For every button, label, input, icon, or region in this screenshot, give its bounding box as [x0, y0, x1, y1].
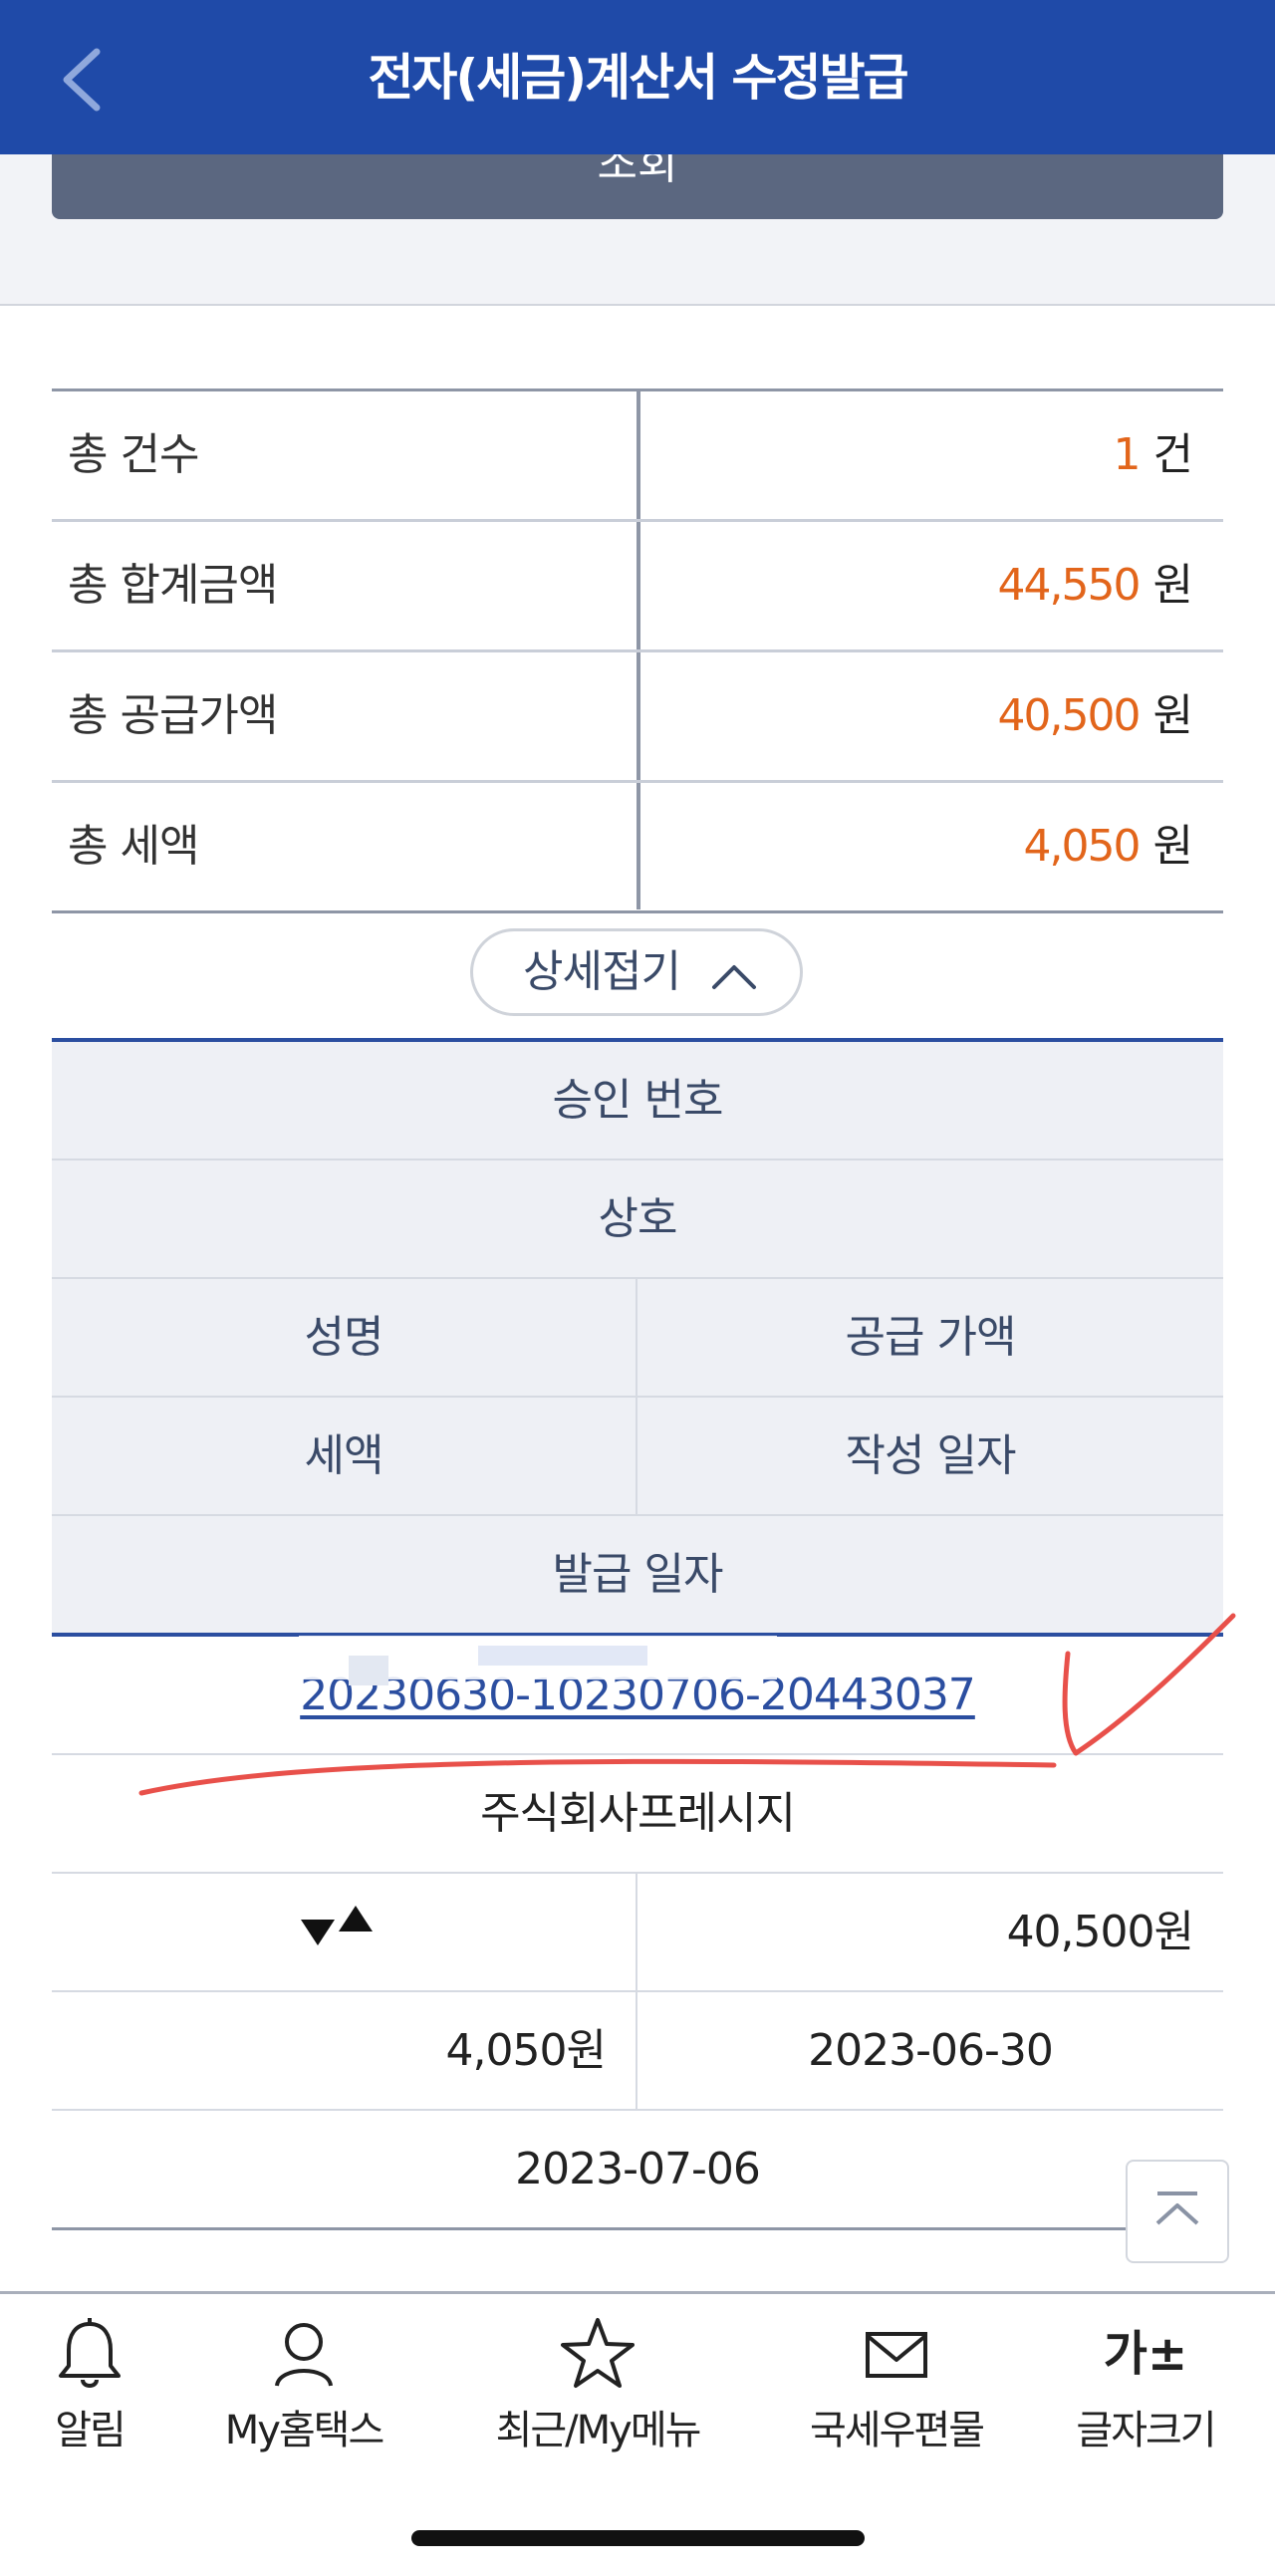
header-row: 발급 일자: [52, 1516, 1223, 1633]
issue-date-cell: 2023-07-06: [515, 2144, 761, 2194]
supply-amount-cell: 40,500원: [1006, 1907, 1194, 1957]
header-issue-date: 발급 일자: [552, 1549, 724, 1600]
summary-row-supply: 총 공급가액 40,500 원: [52, 652, 1223, 783]
summary-number: 40,500: [997, 690, 1142, 741]
detail-table: 승인 번호 상호 성명 공급 가액 세액 작성 일자 발급 일자 2023063…: [52, 1038, 1223, 2230]
approval-number-cell: 20230630-10230706-20443037: [52, 1637, 1223, 1753]
detail-header: 승인 번호 상호 성명 공급 가액 세액 작성 일자 발급 일자: [52, 1038, 1223, 1637]
bell-icon: [59, 2318, 121, 2388]
tax-cell: 4,050원: [52, 1992, 638, 2109]
name-cell: [52, 1874, 638, 1990]
user-icon: [275, 2323, 333, 2387]
summary-number: 1: [1113, 429, 1142, 480]
table-row: 4,050원 2023-06-30: [52, 1992, 1223, 2111]
company-cell: 주식회사프레시지: [480, 1788, 796, 1839]
header-supply-amount: 공급 가액: [845, 1312, 1017, 1363]
summary-unit: 원: [1152, 690, 1193, 741]
collapse-details-button[interactable]: 상세접기: [470, 928, 803, 1016]
nav-my-hometax[interactable]: My홈택스: [214, 2314, 393, 2463]
summary-label: 총 합계금액: [68, 560, 278, 611]
redaction-mark: [301, 1906, 373, 1945]
summary-table: 총 건수 1건 총 합계금액 44,550 원 총 공급가액 40,500 원 총 …: [52, 388, 1223, 913]
table-row: 40,500원: [52, 1874, 1223, 1992]
collapse-label: 상세접기: [523, 946, 681, 997]
header-row: 성명 공급 가액: [52, 1279, 1223, 1398]
home-indicator: [411, 2530, 865, 2546]
write-date-cell: 2023-06-30: [808, 2025, 1054, 2076]
chevron-up-icon: [712, 965, 756, 989]
summary-value: 4,050 원: [1024, 783, 1193, 910]
table-row: 20230630-10230706-20443037: [52, 1637, 1223, 1755]
mail-icon: [866, 2332, 927, 2378]
summary-unit: 건: [1152, 429, 1193, 480]
summary-value: 40,500 원: [998, 652, 1193, 780]
nav-label: My홈택스: [224, 2408, 385, 2453]
summary-number: 4,050: [1023, 821, 1142, 872]
header-write-date: 작성 일자: [845, 1430, 1017, 1481]
summary-value: 44,550 원: [998, 522, 1193, 649]
nav-label: 최근/My메뉴: [495, 2408, 702, 2453]
nav-label: 국세우편물: [810, 2408, 985, 2453]
nav-font-size[interactable]: 가± 글자크기: [1066, 2314, 1225, 2463]
header-row: 승인 번호: [52, 1042, 1223, 1160]
page-title: 전자(세금)계산서 수정발급: [368, 49, 908, 107]
summary-row-total: 총 합계금액 44,550 원: [52, 522, 1223, 652]
nav-label: 알림: [55, 2408, 127, 2453]
summary-unit: 원: [1152, 560, 1193, 611]
summary-label: 총 건수: [68, 429, 199, 480]
table-row: 2023-07-06: [52, 2111, 1223, 2230]
nav-alerts[interactable]: 알림: [40, 2314, 139, 2463]
header-company: 상호: [598, 1193, 678, 1244]
summary-row-tax: 총 세액 4,050 원: [52, 783, 1223, 913]
approval-number-link[interactable]: 20230630-10230706-20443037: [300, 1670, 976, 1720]
detail-body: 20230630-10230706-20443037 주식회사프레시지 40,5…: [52, 1637, 1223, 2230]
search-button[interactable]: 조회: [52, 154, 1223, 219]
summary-row-count: 총 건수 1건: [52, 391, 1223, 522]
summary-unit: 원: [1152, 821, 1193, 872]
app-header: 전자(세금)계산서 수정발급: [0, 0, 1275, 154]
summary-label: 총 공급가액: [68, 690, 278, 741]
nav-tax-mail[interactable]: 국세우편물: [797, 2314, 996, 2463]
table-row: 주식회사프레시지: [52, 1755, 1223, 1874]
summary-label: 총 세액: [68, 821, 199, 872]
search-area: 조회: [0, 154, 1275, 306]
summary-value: 1건: [1114, 391, 1193, 519]
header-row: 세액 작성 일자: [52, 1398, 1223, 1516]
star-icon: [561, 2318, 635, 2388]
header-row: 상호: [52, 1160, 1223, 1279]
header-tax: 세액: [52, 1398, 638, 1514]
scroll-top-button[interactable]: [1126, 2160, 1229, 2263]
nav-recent-my-menu[interactable]: 최근/My메뉴: [483, 2314, 712, 2463]
font-size-icon: 가±: [1103, 2326, 1188, 2382]
scroll-top-icon: [1155, 2191, 1199, 2225]
header-name: 성명: [52, 1279, 638, 1396]
nav-label: 글자크기: [1076, 2408, 1216, 2453]
header-approval-no: 승인 번호: [552, 1075, 724, 1126]
summary-number: 44,550: [997, 560, 1142, 611]
